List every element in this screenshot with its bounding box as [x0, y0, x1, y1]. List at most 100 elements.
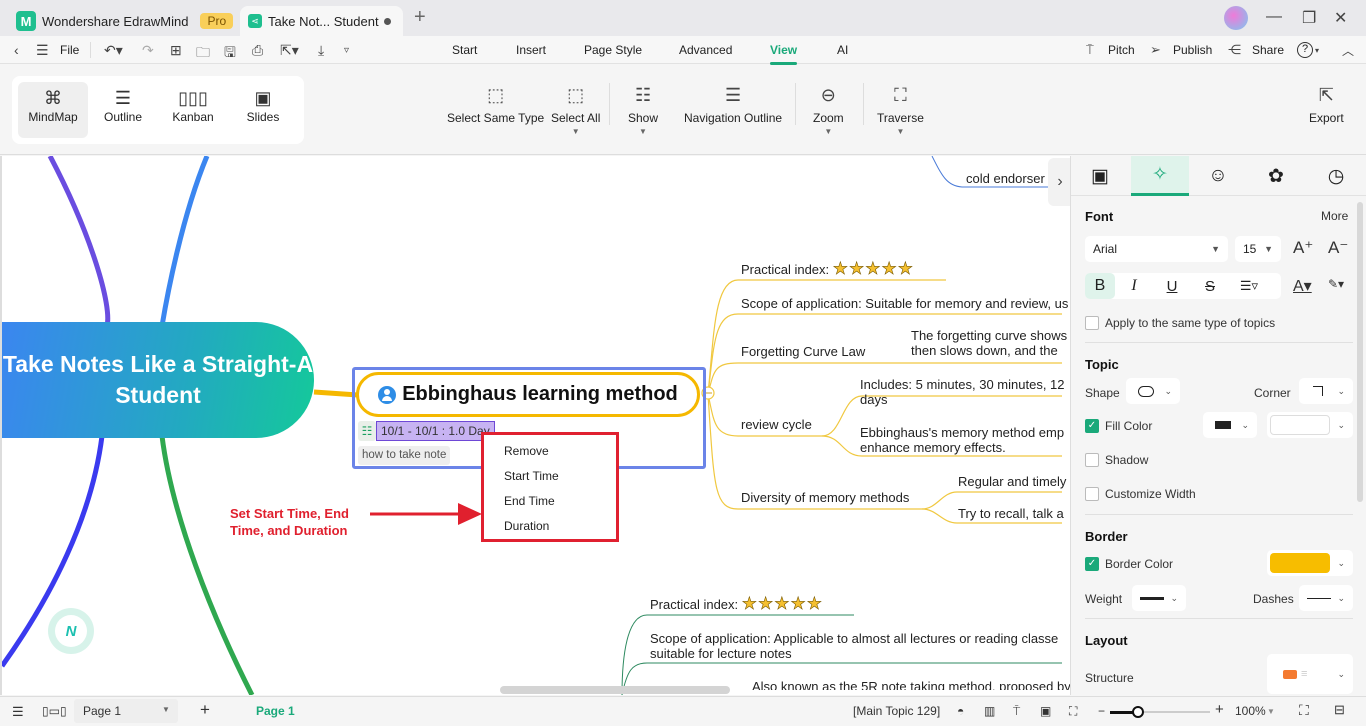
page-tab[interactable]: Page 1 — [256, 704, 295, 718]
traverse-button[interactable]: ⛶ Traverse ▼ — [877, 85, 924, 136]
font-family-select[interactable]: Arial ▼ — [1085, 236, 1228, 262]
fit-screen-icon[interactable]: ⛶ — [1069, 704, 1077, 719]
more-quick-access-icon[interactable]: ▿ — [344, 45, 349, 56]
mindmap-canvas[interactable]: Take Notes Like a Straight-A Student Ebb… — [0, 156, 1070, 695]
task-date-range[interactable]: 10/1 - 10/1 : 1.0 Day — [376, 421, 495, 441]
panel-tab-theme[interactable]: ✿ — [1247, 156, 1305, 196]
topic-review-cycle[interactable]: review cycle — [741, 417, 812, 432]
menu-item-start-time[interactable]: Start Time — [504, 469, 559, 483]
task-date-chip[interactable]: ☷ 10/1 - 10/1 : 1.0 Day — [358, 421, 495, 441]
topic-diversity-b[interactable]: Try to recall, talk a — [958, 506, 1064, 521]
outline-navigation-icon[interactable]: ☰ — [12, 704, 24, 720]
italic-icon[interactable]: I — [1115, 277, 1153, 295]
document-tab[interactable]: ⋖ Take Not... Student — [240, 6, 403, 36]
apply-same-checkbox[interactable] — [1085, 316, 1099, 330]
expand-panel-button[interactable]: › — [1048, 158, 1070, 206]
underline-icon[interactable]: U — [1153, 278, 1191, 295]
restore-button[interactable]: ❐ — [1302, 8, 1316, 28]
tab-ai[interactable]: AI — [837, 43, 848, 57]
minimize-button[interactable]: — — [1266, 8, 1282, 26]
topic-forgetting-curve[interactable]: Forgetting Curve Law — [741, 344, 865, 359]
export-button[interactable]: ⇱ Export — [1309, 85, 1344, 125]
font-more-link[interactable]: More — [1321, 209, 1348, 223]
export-quick-icon[interactable]: ⇱▾ — [280, 42, 299, 59]
zoom-slider-handle[interactable] — [1132, 706, 1144, 718]
menu-item-end-time[interactable]: End Time — [504, 494, 555, 508]
open-folder-icon[interactable]: 🗀 — [196, 42, 210, 66]
panel-tab-style[interactable]: ▣ — [1071, 156, 1129, 196]
strikethrough-icon[interactable]: S — [1191, 278, 1229, 295]
topic-diversity-a[interactable]: Regular and timely — [958, 474, 1066, 489]
view-mode-outline[interactable]: ☰ Outline — [88, 82, 158, 138]
border-color-checkbox[interactable]: ✓ — [1085, 557, 1099, 571]
menu-item-remove[interactable]: Remove — [504, 444, 549, 458]
fill-text-color-select[interactable]: ⌄ — [1203, 412, 1257, 438]
dashes-select[interactable]: ⌄ — [1299, 585, 1353, 611]
help-dropdown-icon[interactable]: ▾ — [1315, 46, 1319, 55]
file-menu[interactable]: File — [60, 43, 79, 57]
menu-item-duration[interactable]: Duration — [504, 519, 549, 533]
view-mode-kanban[interactable]: ▯▯▯ Kanban — [158, 82, 228, 138]
help-button[interactable]: ? — [1297, 42, 1313, 58]
view-mode-mindmap[interactable]: ⌘ MindMap — [18, 82, 88, 138]
fill-color-select[interactable]: ⌄ — [1267, 412, 1353, 438]
topic-5r-method[interactable]: Also known as the 5R note taking method,… — [752, 679, 1070, 690]
view-mode-slides[interactable]: ▣ Slides — [228, 82, 298, 138]
presentation-icon[interactable]: ⍑ — [1013, 704, 1020, 719]
topic-scope-2[interactable]: Scope of application: Applicable to almo… — [650, 631, 1058, 661]
shape-select[interactable]: ⌄ — [1126, 378, 1180, 404]
fill-color-checkbox[interactable]: ✓ — [1085, 419, 1099, 433]
new-file-icon[interactable]: ⊞ — [170, 42, 182, 59]
panel-tab-ai-format[interactable]: ✧ — [1131, 156, 1189, 196]
mouse-mode-icon[interactable]: ◓ — [957, 704, 964, 718]
fullscreen-icon[interactable]: ⛶ — [1299, 702, 1309, 719]
align-icon[interactable]: ☰▿ — [1229, 278, 1269, 294]
pitch-button[interactable]: Pitch — [1108, 43, 1135, 57]
select-same-type-button[interactable]: ⬚ Select Same Type — [447, 85, 544, 125]
share-button[interactable]: Share — [1252, 43, 1284, 57]
zoom-level[interactable]: 100% — [1235, 704, 1266, 718]
redo-icon[interactable]: ↷ — [142, 42, 154, 59]
fit-page-icon[interactable]: ▣ — [1040, 704, 1051, 718]
page-select[interactable]: Page 1 ▼ — [74, 699, 178, 723]
book-view-icon[interactable]: ▥ — [984, 704, 995, 718]
topic-practical-index-2[interactable]: Practical index: ★★★★★ — [650, 594, 823, 614]
tab-page-style[interactable]: Page Style — [584, 43, 642, 57]
font-color-icon[interactable]: A▾ — [1293, 276, 1312, 296]
zoom-dropdown-icon[interactable]: ▼ — [1267, 707, 1275, 716]
show-button[interactable]: ☷ Show ▼ — [628, 85, 658, 136]
topic-scope[interactable]: Scope of application: Suitable for memor… — [741, 296, 1068, 311]
topic-cold-endorser[interactable]: cold endorser — [966, 171, 1045, 186]
app-tab[interactable]: M Wondershare EdrawMind Pro — [16, 6, 234, 36]
user-avatar[interactable] — [1224, 6, 1248, 30]
bold-icon[interactable]: B — [1085, 273, 1115, 299]
print-icon[interactable]: ⎙ — [252, 42, 263, 59]
structure-select[interactable]: ≡ ⌄ — [1267, 654, 1353, 694]
panel-scrollbar[interactable] — [1357, 202, 1363, 502]
hamburger-menu-icon[interactable]: ☰ — [36, 42, 49, 59]
highlight-icon[interactable]: ✎▾ — [1328, 277, 1344, 291]
topic-review-detail-a[interactable]: Includes: 5 minutes, 30 minutes, 12 days — [860, 377, 1065, 407]
zoom-in-button[interactable]: + — [1215, 701, 1224, 718]
border-color-select[interactable]: ⌄ — [1267, 550, 1353, 576]
add-page-button[interactable]: + — [200, 700, 210, 720]
topic-practical-index[interactable]: Practical index: ★★★★★ — [741, 259, 914, 279]
ai-assistant-button[interactable]: N — [48, 608, 94, 654]
horizontal-scrollbar[interactable] — [500, 686, 730, 694]
tab-view[interactable]: View — [770, 43, 798, 65]
customize-width-checkbox[interactable] — [1085, 487, 1099, 501]
topic-review-detail-b[interactable]: Ebbinghaus's memory method emp enhance m… — [860, 425, 1064, 455]
tab-advanced[interactable]: Advanced — [679, 43, 732, 57]
zoom-slider[interactable] — [1110, 706, 1210, 718]
increase-font-icon[interactable]: A⁺ — [1293, 238, 1313, 258]
import-icon[interactable]: ⤓ — [318, 42, 324, 59]
select-all-button[interactable]: ⬚ Select All ▼ — [551, 85, 600, 136]
back-icon[interactable]: ‹ — [14, 42, 19, 58]
zoom-out-button[interactable]: − — [1098, 704, 1105, 718]
close-button[interactable]: ✕ — [1334, 8, 1347, 28]
topic-forgetting-detail[interactable]: The forgetting curve shows then slows do… — [911, 328, 1067, 358]
publish-button[interactable]: Publish — [1173, 43, 1212, 57]
new-tab-button[interactable]: + — [414, 6, 426, 29]
tab-insert[interactable]: Insert — [516, 43, 546, 57]
collapse-ribbon-icon[interactable]: ︿ — [1342, 42, 1354, 59]
